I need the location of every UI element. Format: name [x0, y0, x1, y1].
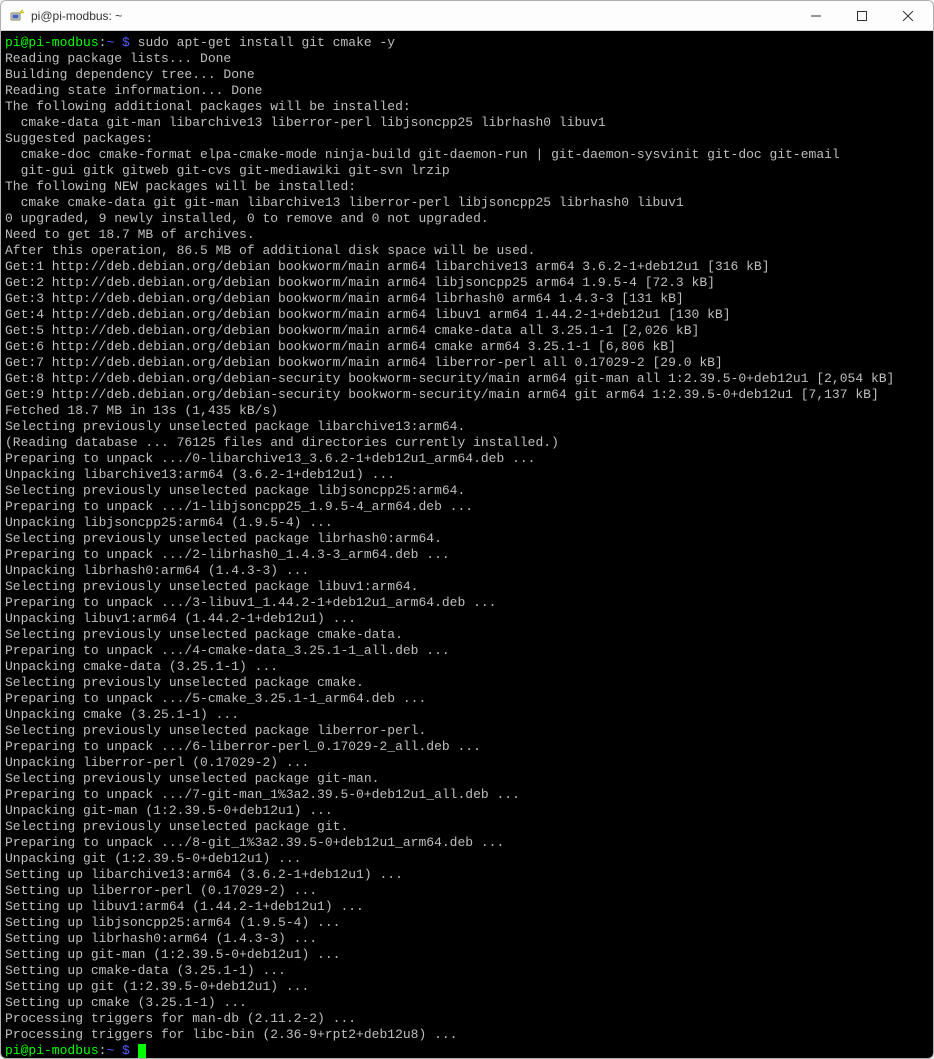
prompt-path: ~ $ — [106, 35, 129, 50]
prompt-path: ~ $ — [106, 1043, 129, 1058]
prompt-userhost: pi@pi-modbus — [5, 35, 99, 50]
window-title: pi@pi-modbus: ~ — [31, 9, 793, 23]
maximize-button[interactable] — [839, 1, 885, 30]
prompt-line-2: pi@pi-modbus:~ $ — [5, 1043, 146, 1058]
typed-command: sudo apt-get install git cmake -y — [130, 35, 395, 50]
close-button[interactable] — [885, 1, 931, 30]
terminal-window: pi@pi-modbus: ~ pi@pi-modbus:~ $ sudo ap… — [0, 0, 934, 1059]
titlebar[interactable]: pi@pi-modbus: ~ — [1, 1, 933, 31]
putty-icon — [9, 8, 25, 24]
terminal-area[interactable]: pi@pi-modbus:~ $ sudo apt-get install gi… — [1, 31, 933, 1058]
window-buttons — [793, 1, 931, 30]
prompt-line: pi@pi-modbus:~ $ sudo apt-get install gi… — [5, 35, 395, 50]
cursor-icon — [138, 1044, 146, 1058]
terminal-output: Reading package lists... Done Building d… — [5, 51, 894, 1042]
minimize-button[interactable] — [793, 1, 839, 30]
prompt-userhost: pi@pi-modbus — [5, 1043, 99, 1058]
